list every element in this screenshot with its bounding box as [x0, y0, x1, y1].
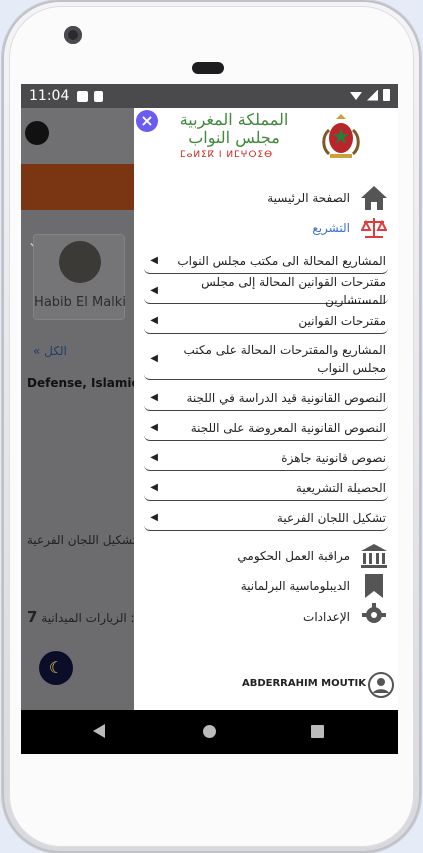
legislation-subitem[interactable]: ◀ المشاريع المحالة الى مكتب مجلس النواب	[144, 248, 388, 274]
legislation-subitem-label: نصوص قانونية جاهزة	[281, 450, 386, 465]
legislation-subitem[interactable]: ◀ النصوص القانونية قيد الدراسة في اللجنة	[144, 385, 388, 411]
member-name: Habib El Malki	[34, 295, 126, 310]
legislation-subitem-label: المشاريع والمقترحات المحالة على مكتب مجل…	[183, 342, 387, 375]
member-avatar	[59, 241, 101, 283]
legislation-subitem[interactable]: ◀ مقترحات القوانين المحالة إلى مجلس المس…	[144, 275, 388, 307]
institution-icon	[360, 542, 388, 570]
close-drawer-button[interactable]: ×	[136, 110, 158, 132]
screen: 11:04 ⌄⌄ Habib El Malki « الكل Defense, …	[21, 84, 398, 754]
home-circle-icon[interactable]	[203, 725, 216, 738]
user-avatar-icon	[368, 672, 394, 698]
arrow-icon: ◀	[150, 315, 158, 326]
nav-government-control[interactable]: مراقبة العمل الحكومي	[138, 542, 388, 570]
field-visits-label: الزيارات الميدانية :	[41, 611, 135, 625]
arrow-icon: ◀	[150, 392, 158, 403]
legislation-subitem-label: مقترحات القوانين	[298, 313, 386, 328]
logo-line1: المملكة المغربية	[179, 110, 289, 129]
nav-settings-label: الإعدادات	[303, 610, 350, 624]
legislation-subitem[interactable]: ◀ تشكيل اللجان الفرعية	[144, 505, 388, 531]
status-time: 11:04	[29, 88, 70, 104]
front-camera	[64, 26, 82, 44]
legislation-subitem-label: النصوص القانونية المعروضة على اللجنة	[190, 420, 386, 435]
home-icon	[360, 184, 388, 212]
arrow-icon: ◀	[150, 422, 158, 433]
battery-icon	[383, 89, 390, 101]
back-icon[interactable]	[93, 724, 105, 738]
dark-mode-toggle[interactable]: ☾	[39, 651, 73, 685]
arrow-icon: ◀	[150, 255, 158, 266]
earpiece-speaker	[192, 62, 224, 74]
account-icon[interactable]	[25, 121, 49, 145]
sd-card-icon	[94, 90, 104, 102]
member-card[interactable]: Habib El Malki	[33, 234, 126, 320]
legislation-subitem[interactable]: ◀ نصوص قانونية جاهزة	[144, 445, 388, 471]
all-link-label: الكل	[44, 344, 67, 358]
recents-icon[interactable]	[311, 725, 324, 738]
all-link[interactable]: « الكل	[33, 344, 67, 358]
legislation-subitem[interactable]: ◀ مقترحات القوانين	[144, 308, 388, 334]
coat-of-arms-icon	[322, 114, 360, 158]
field-visits-count: 7	[27, 608, 38, 626]
nav-home[interactable]: الصفحة الرئيسية	[138, 184, 388, 212]
arrow-icon: ◀	[150, 285, 158, 296]
nav-parliamentary-diplomacy[interactable]: الديبلوماسية البرلمانية	[138, 572, 388, 600]
sub-committees-label: تشكيل اللجان الفرعية :	[27, 533, 144, 547]
arrow-icon: ◀	[150, 512, 158, 523]
wifi-icon	[350, 92, 362, 100]
bookmark-icon	[360, 572, 388, 600]
user-name: ABDERRAHIM MOUTIK	[241, 678, 366, 689]
logo-line2: مجلس النواب	[188, 128, 280, 147]
legislation-subitem-label: مقترحات القوانين المحالة إلى مجلس المستش…	[201, 274, 386, 307]
status-bar: 11:04	[21, 84, 398, 108]
legislation-subitem-label: النصوص القانونية قيد الدراسة في اللجنة	[186, 390, 386, 405]
status-right-icons	[350, 89, 390, 101]
arrow-icon: ◀	[150, 452, 158, 463]
nav-legislation-label: التشريع	[312, 221, 350, 235]
navigation-drawer: المملكة المغربية مجلس النواب ⵎⴰⵍⵉⴽ ⵏ ⵍⵎⵖ…	[134, 108, 398, 710]
signal-icon	[367, 89, 378, 101]
field-visits-row: 7 الزيارات الميدانية :	[27, 608, 135, 626]
scales-icon	[360, 214, 388, 242]
legislation-subitem-label: المشاريع المحالة الى مكتب مجلس النواب	[177, 253, 386, 268]
nav-home-label: الصفحة الرئيسية	[267, 191, 350, 205]
gear-icon	[360, 602, 388, 624]
user-footer[interactable]: ABDERRAHIM MOUTIK	[134, 662, 398, 710]
arrow-icon: ◀	[150, 482, 158, 493]
nav-settings[interactable]: الإعدادات	[138, 602, 388, 624]
logo-title: المملكة المغربية مجلس النواب	[164, 111, 304, 147]
nav-legislation[interactable]: التشريع	[138, 214, 388, 242]
legislation-subitem-label: تشكيل اللجان الفرعية	[276, 510, 386, 525]
legislation-subitem[interactable]: ◀ الحصيلة التشريعية	[144, 475, 388, 501]
nav-diplomacy-label: الديبلوماسية البرلمانية	[240, 579, 350, 593]
legislation-subitem-label: الحصيلة التشريعية	[295, 480, 386, 495]
legislation-subitem[interactable]: ◀ المشاريع والمقترحات المحالة على مكتب م…	[144, 338, 388, 380]
notification-icon	[77, 90, 89, 102]
nav-government-control-label: مراقبة العمل الحكومي	[237, 549, 350, 563]
arrow-icon: ◀	[150, 353, 158, 364]
legislation-subitem[interactable]: ◀ النصوص القانونية المعروضة على اللجنة	[144, 415, 388, 441]
parliament-logo: المملكة المغربية مجلس النواب ⵎⴰⵍⵉⴽ ⵏ ⵍⵎⵖ…	[134, 108, 398, 162]
logo-tifinagh: ⵎⴰⵍⵉⴽ ⵏ ⵍⵎⵖⵔⵉⴱ	[180, 150, 274, 160]
android-nav-bar	[21, 710, 398, 754]
